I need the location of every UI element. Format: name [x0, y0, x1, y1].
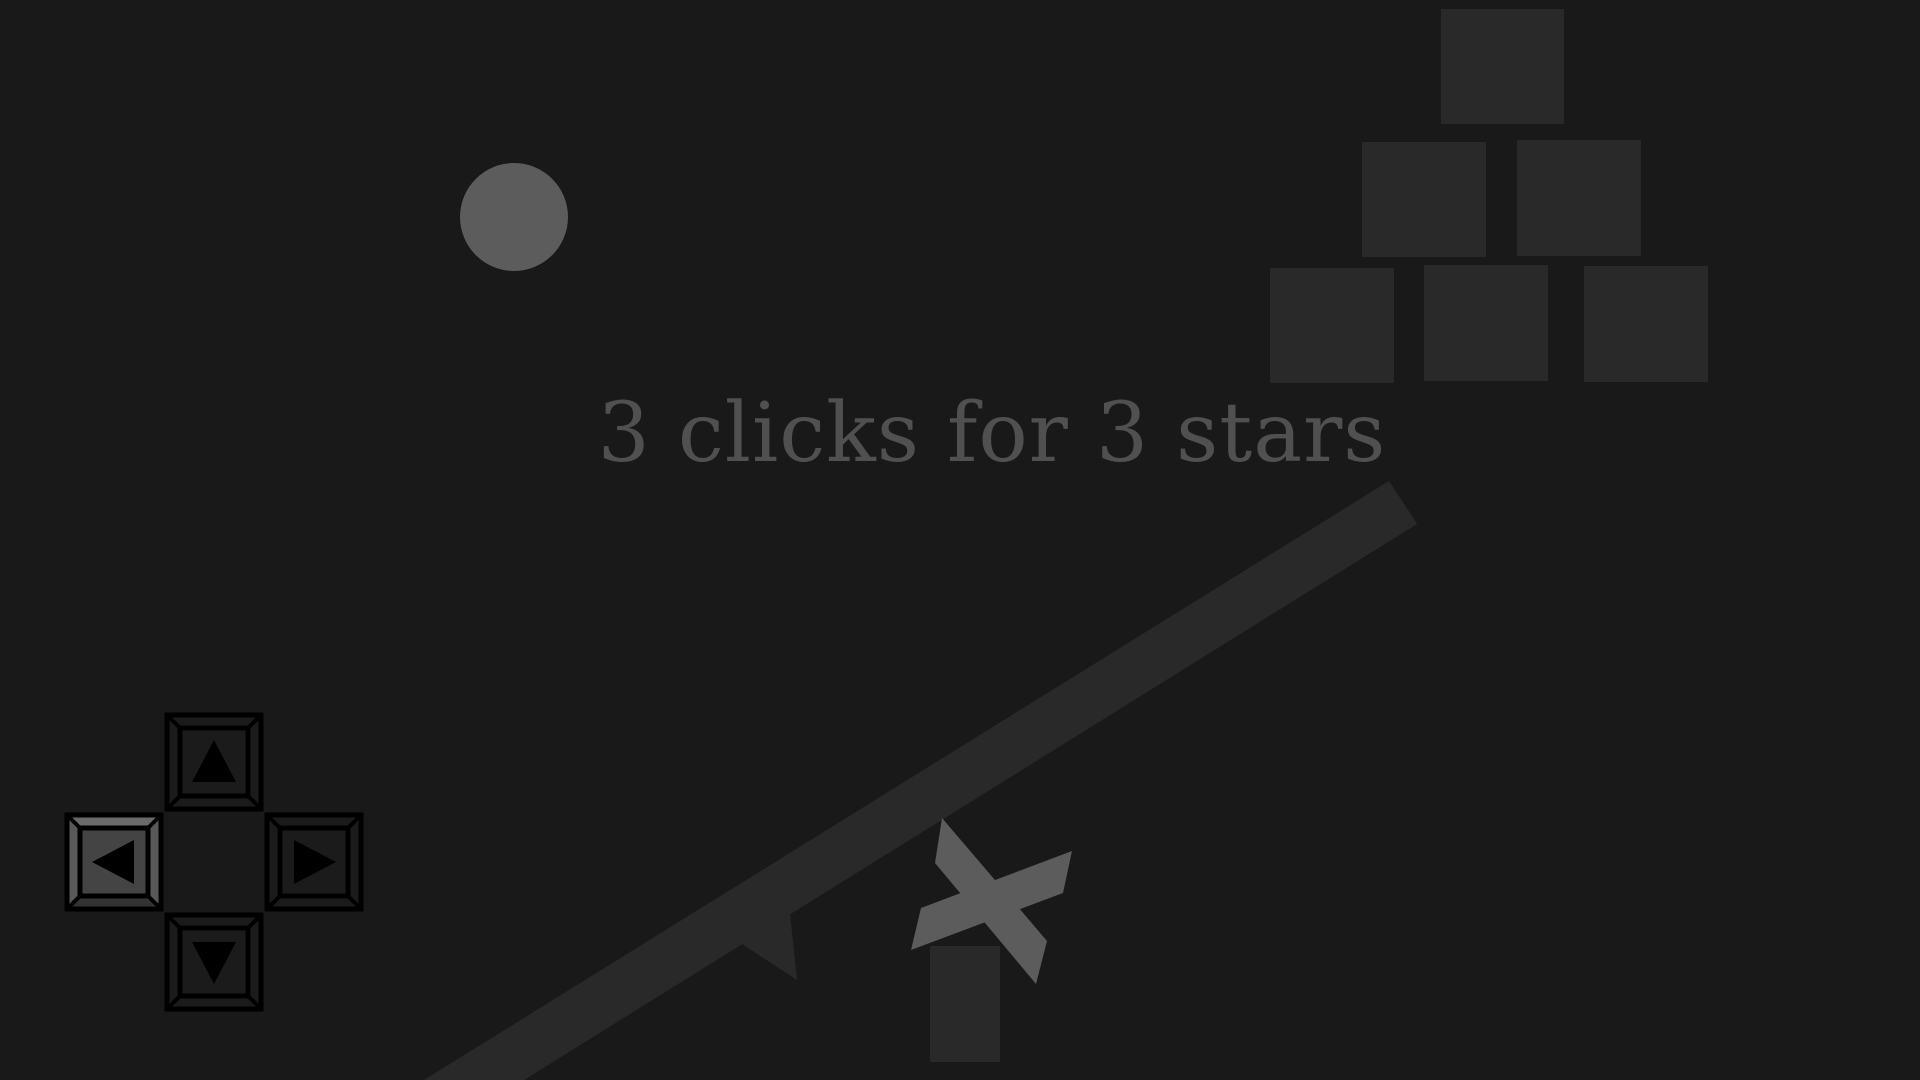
crate-block-bottom-left: [1270, 268, 1394, 383]
arrow-down-icon: [164, 912, 264, 1012]
pillar-block: [930, 946, 1000, 1062]
game-stage[interactable]: 3 clicks for 3 stars: [0, 0, 1920, 1080]
left-key-button[interactable]: [64, 812, 164, 912]
arrow-up-icon: [164, 712, 264, 812]
direction-pad: [64, 712, 364, 1012]
crate-block-top: [1441, 9, 1564, 124]
ramp-beam-body: [424, 481, 1417, 1080]
ball[interactable]: [460, 163, 568, 271]
crate-block-middle-right: [1517, 140, 1641, 256]
crate-block-bottom-right: [1584, 266, 1708, 382]
spinner-arm-b[interactable]: [911, 851, 1072, 950]
right-key-button[interactable]: [264, 812, 364, 912]
up-key-button[interactable]: [164, 712, 264, 812]
level-hint-text: 3 clicks for 3 stars: [597, 386, 1387, 481]
down-key-button[interactable]: [164, 912, 264, 1012]
arrow-right-icon: [264, 812, 364, 912]
arrow-left-icon: [64, 812, 164, 912]
crate-block-middle-left: [1362, 142, 1486, 257]
crate-block-bottom-middle: [1424, 265, 1548, 381]
